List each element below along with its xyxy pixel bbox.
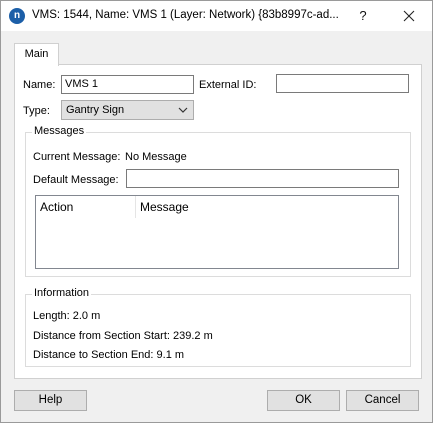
messages-group-title: Messages — [32, 125, 87, 137]
type-select[interactable]: Gantry Sign — [61, 100, 194, 120]
main-tab-panel: Name: VMS 1 External ID: Type: Gantry Si… — [14, 64, 422, 379]
close-icon — [403, 10, 415, 22]
ok-button[interactable]: OK — [267, 390, 340, 411]
distance-from-start-text: Distance from Section Start: 239.2 m — [33, 330, 213, 342]
default-message-label: Default Message: — [33, 174, 119, 186]
chevron-down-icon — [178, 107, 188, 113]
default-message-input[interactable] — [126, 169, 399, 188]
name-input[interactable]: VMS 1 — [61, 75, 194, 94]
window-title: VMS: 1544, Name: VMS 1 (Layer: Network) … — [32, 9, 339, 21]
app-logo-icon: n — [9, 8, 25, 24]
messages-list[interactable]: Action Message — [35, 195, 399, 269]
current-message-value: No Message — [125, 151, 187, 163]
column-header-message[interactable]: Message — [136, 196, 390, 218]
type-select-value: Gantry Sign — [66, 104, 125, 116]
tab-main[interactable]: Main — [14, 43, 59, 66]
length-text: Length: 2.0 m — [33, 310, 101, 322]
dialog-window: n VMS: 1544, Name: VMS 1 (Layer: Network… — [0, 0, 433, 423]
external-id-input[interactable] — [276, 74, 409, 93]
help-button[interactable]: Help — [14, 390, 87, 411]
column-header-action[interactable]: Action — [36, 196, 135, 218]
title-bar: n VMS: 1544, Name: VMS 1 (Layer: Network… — [1, 1, 432, 31]
cancel-button[interactable]: Cancel — [346, 390, 419, 411]
information-group-title: Information — [32, 287, 92, 299]
type-label: Type: — [23, 105, 50, 117]
external-id-label: External ID: — [199, 79, 257, 91]
close-button[interactable] — [398, 5, 420, 27]
name-label: Name: — [23, 79, 56, 91]
help-title-button[interactable]: ? — [353, 6, 373, 26]
current-message-label: Current Message: — [33, 151, 121, 163]
distance-to-end-text: Distance to Section End: 9.1 m — [33, 349, 185, 361]
